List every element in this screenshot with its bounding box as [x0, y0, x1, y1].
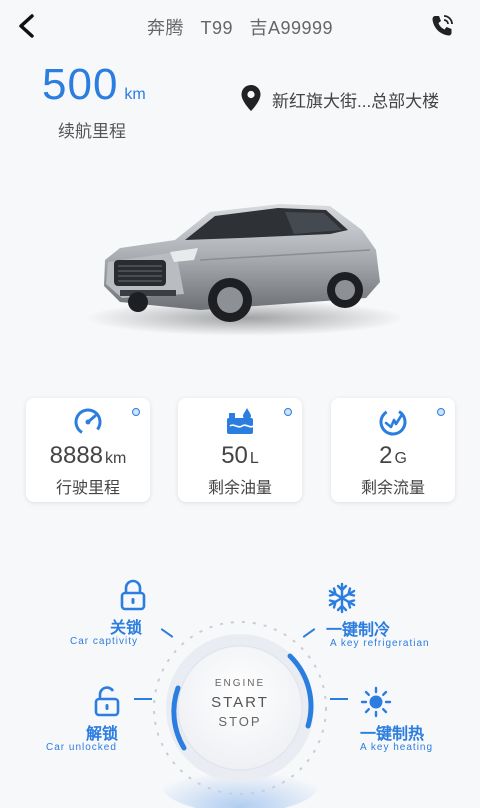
range-value: 500 km	[42, 60, 146, 110]
indicator-dot	[284, 408, 292, 416]
engine-start-button[interactable]: ENGINE START STOP	[153, 621, 327, 808]
range-label: 续航里程	[58, 122, 126, 141]
fuel-value: 50 L	[221, 442, 259, 469]
fuel-tank-icon	[227, 408, 254, 434]
engine-label: ENGINE	[214, 678, 266, 689]
mileage-value: 8888 km	[49, 442, 127, 469]
indicator-dot	[437, 408, 445, 416]
mileage-label: 行驶里程	[55, 480, 120, 497]
stat-card-fuel[interactable]: 50 L 剩余油量	[178, 398, 302, 502]
vehicle-title: 奔腾 T99 吉A99999	[146, 18, 334, 38]
unlock-icon	[94, 686, 120, 717]
phone-icon[interactable]	[428, 12, 456, 40]
lock-subtitle: Car captivity	[70, 636, 139, 647]
location-address[interactable]: 新红旗大街...总部大楼	[272, 87, 439, 112]
speedometer-icon	[74, 408, 102, 436]
stat-card-data[interactable]: 2G 剩余流量	[331, 398, 455, 502]
stat-card-mileage[interactable]: 8888 km 行驶里程	[26, 398, 150, 502]
cool-subtitle: A key refrigeratian	[330, 638, 430, 649]
location-pin-icon	[241, 85, 261, 111]
data-flow-icon	[379, 408, 407, 436]
heat-label: 一键制热	[360, 726, 425, 743]
sun-icon	[360, 686, 392, 718]
indicator-dot	[132, 408, 140, 416]
data-value: 2G	[379, 442, 407, 469]
car-image	[85, 204, 400, 336]
unlock-subtitle: Car unlocked	[46, 742, 117, 753]
range-unit: km	[124, 86, 146, 103]
lock-icon	[120, 579, 146, 611]
unlock-label: 解锁	[86, 726, 119, 743]
data-label: 剩余流量	[360, 480, 425, 497]
lock-label: 关锁	[110, 620, 143, 637]
fuel-label: 剩余油量	[207, 480, 272, 497]
heat-subtitle: A key heating	[360, 742, 434, 753]
range-number: 500	[42, 60, 119, 109]
stop-label: STOP	[218, 714, 262, 729]
start-label: START	[211, 694, 269, 711]
